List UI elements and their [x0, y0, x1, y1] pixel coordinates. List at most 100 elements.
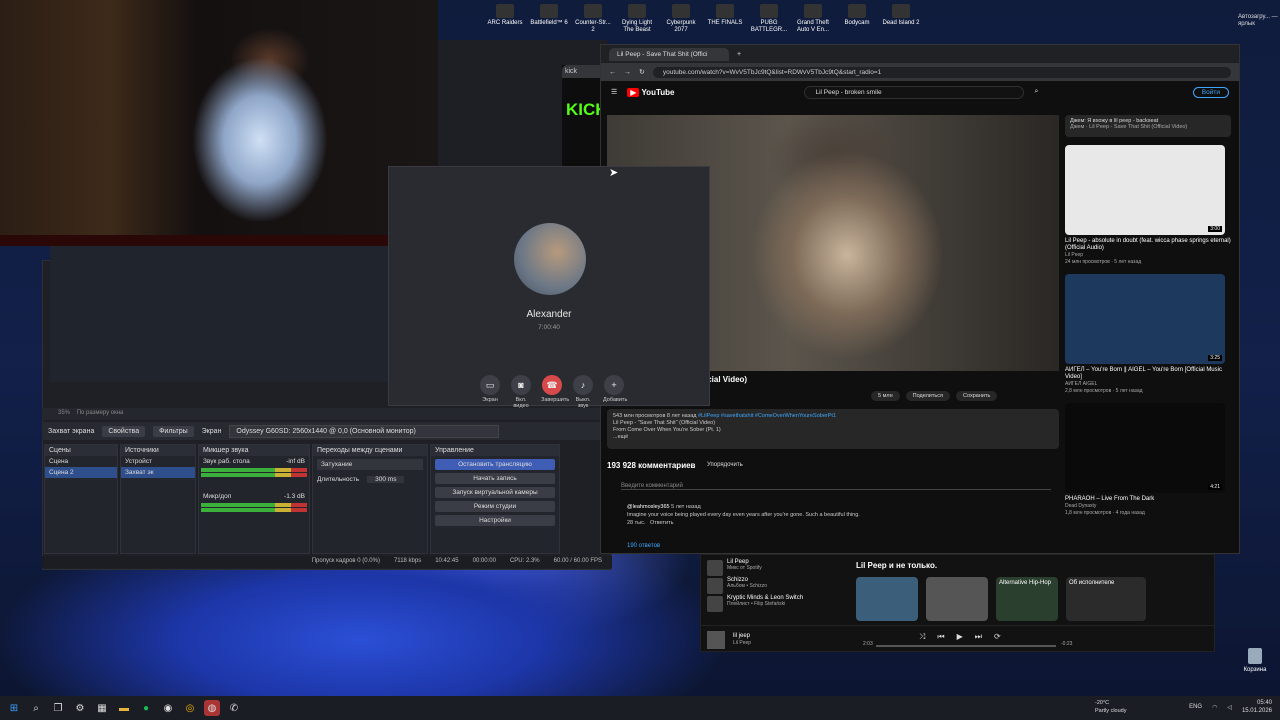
start-recording-button[interactable]: Начать запись — [435, 473, 555, 484]
mute-button[interactable]: ♪ Выкл. звук — [572, 375, 594, 409]
desktop-icon[interactable]: THE FINALS — [706, 4, 744, 34]
spotify-icon[interactable]: ● — [138, 700, 154, 716]
comment-user[interactable]: @leahmosley365 — [627, 504, 670, 510]
save-button[interactable]: Сохранить — [956, 391, 998, 401]
artist-card[interactable]: Об исполнителе — [1066, 577, 1146, 621]
properties-button[interactable]: Свойства — [102, 425, 146, 437]
desktop-icon[interactable]: Battlefield™ 6 — [530, 4, 568, 34]
spotify-card[interactable] — [856, 577, 918, 621]
screen-select[interactable]: Odyssey G60SD: 2560x1440 @ 0,0 (Основной… — [229, 424, 500, 438]
volume-icon[interactable]: ◁ — [1227, 704, 1232, 711]
recommended-video[interactable]: 4:21 PHARAOH – Live From The Dark Dead Dyn… — [1065, 403, 1231, 517]
youtube-search-input[interactable]: Lil Peep - broken smile — [804, 85, 1025, 99]
explorer-icon[interactable]: ▦ — [94, 700, 110, 716]
menu-icon[interactable]: ☰ — [611, 88, 617, 96]
video-thumbnail[interactable]: 3:25 — [1065, 274, 1225, 364]
screen-share-button[interactable]: ▭ Экран — [479, 375, 501, 409]
replies-toggle[interactable]: 190 ответов — [627, 543, 660, 549]
studio-mode-button[interactable]: Режим студии — [435, 501, 555, 512]
library-item[interactable]: Kryptic Minds & Leon Switch Плейлист • Fi… — [705, 595, 845, 613]
comment-likes[interactable]: 28 тыс. — [627, 520, 645, 526]
duration-input[interactable]: 300 ms — [367, 476, 405, 483]
desktop-icon[interactable]: Dead Island 2 — [882, 4, 920, 34]
source-item[interactable]: Устройст — [121, 456, 195, 467]
settings-button[interactable]: Настройки — [435, 515, 555, 526]
desktop-icon[interactable]: PUBG BATTLEGR... — [750, 4, 788, 34]
repeat-icon[interactable]: ⟳ — [994, 632, 1001, 642]
channel-name[interactable]: АИГЕЛ AIGEL — [1065, 381, 1231, 388]
new-tab-icon[interactable]: + — [737, 51, 741, 58]
add-comment-input[interactable]: Введите комментарий — [621, 483, 1051, 490]
back-icon[interactable]: ← — [609, 69, 616, 76]
library-item[interactable]: Schizzo Альбом • Schizzo — [705, 577, 845, 595]
stop-stream-button[interactable]: Остановить трансляцию — [435, 459, 555, 470]
desc-tags[interactable]: #LilPeep #savethatshit #ComeOverWhenYour… — [698, 413, 836, 419]
spotify-card[interactable]: Alternative Hip-Hop — [996, 577, 1058, 621]
reload-icon[interactable]: ↻ — [639, 68, 645, 76]
steam-icon[interactable]: ◉ — [160, 700, 176, 716]
chrome-icon[interactable]: ◎ — [182, 700, 198, 716]
end-call-button[interactable]: ☎ Завершить — [541, 375, 569, 409]
address-input[interactable]: youtube.com/watch?v=WvV5TbJc9tQ&list=RDW… — [652, 66, 1231, 78]
channel-name[interactable]: Lil Peep — [1065, 252, 1231, 259]
task-view-icon[interactable]: ❐ — [50, 700, 66, 716]
forward-icon[interactable]: → — [624, 69, 631, 76]
video-button[interactable]: ◙ Вкл. видео — [510, 375, 532, 409]
search-icon[interactable]: ⌕ — [28, 700, 44, 716]
video-description[interactable]: 543 млн просмотров 8 лет назад #LilPeep … — [607, 409, 1059, 449]
share-button[interactable]: Поделиться — [905, 391, 950, 401]
track-artist[interactable]: Lil Peep — [733, 640, 751, 647]
mix-panel[interactable]: Джем: Я вхожу в lil peep - backseat Джем… — [1065, 115, 1231, 137]
discord-icon[interactable]: ✆ — [226, 700, 242, 716]
sign-in-button[interactable]: Войти — [1192, 86, 1229, 98]
youtube-logo[interactable]: ▶ YouTube — [627, 87, 674, 97]
search-icon[interactable]: ⌕ — [1034, 88, 1038, 96]
desc-more[interactable]: ...ещё — [613, 434, 628, 440]
desktop-icon[interactable]: Cyberpunk 2077 — [662, 4, 700, 34]
browser-tab[interactable]: Lil Peep - Save That Shit (Offici — [609, 47, 729, 61]
track-title[interactable]: lil jeep — [733, 633, 751, 640]
desktop-icon[interactable]: ARC Raiders — [486, 4, 524, 34]
filters-button[interactable]: Фильтры — [153, 425, 194, 437]
play-icon[interactable]: ▶ — [957, 632, 963, 642]
next-icon[interactable]: ⏭ — [975, 632, 982, 642]
start-icon[interactable]: ⊞ — [6, 700, 22, 716]
previous-icon[interactable]: ⏮ — [937, 632, 944, 642]
channel-name[interactable]: Dead Dynasty — [1065, 503, 1231, 510]
weather-widget[interactable]: -20°C Partly cloudy — [1095, 699, 1127, 715]
desktop-icon[interactable]: Dying Light The Beast — [618, 4, 656, 34]
obs-icon[interactable]: ◍ — [204, 700, 220, 716]
obs-fit[interactable]: По размеру окна — [77, 410, 124, 416]
clock[interactable]: 05:40 15.01.2026 — [1242, 699, 1272, 715]
video-thumbnail[interactable]: 3:00 — [1065, 145, 1225, 235]
like-button[interactable]: 5 млн — [871, 391, 900, 401]
scene-item-selected[interactable]: Сцена 2 — [45, 467, 117, 478]
library-item[interactable]: Lil Peep Микс от Spotify — [705, 559, 845, 577]
recommended-video[interactable]: 3:25 АИГЕЛ – You're Born ∥ AIGEL – You're… — [1065, 274, 1231, 395]
progress-bar[interactable] — [876, 645, 1056, 647]
wifi-icon[interactable]: ◠ — [1212, 704, 1217, 711]
transition-select[interactable]: Затухание — [317, 459, 423, 470]
recycle-bin[interactable]: Корзина — [1240, 648, 1270, 673]
scene-item[interactable]: Сцена — [45, 456, 117, 467]
desktop-icon[interactable]: Counter-Str... 2 — [574, 4, 612, 34]
downloads-shortcut[interactable]: Автозагру... — ярлык — [1238, 14, 1278, 28]
language-indicator[interactable]: ENG — [1189, 704, 1202, 710]
comment-reply[interactable]: Ответить — [650, 520, 674, 526]
virtual-camera-button[interactable]: Запуск виртуальной камеры — [435, 487, 555, 498]
shuffle-icon[interactable]: ⤨ — [919, 632, 925, 642]
settings-icon[interactable]: ⚙ — [72, 700, 88, 716]
add-user-button[interactable]: + Добавить — [603, 375, 627, 409]
source-item-selected[interactable]: Захват эк — [121, 467, 195, 478]
recommended-video[interactable]: 3:00 Lil Peep - absolute in doubt (feat. … — [1065, 145, 1231, 266]
video-title[interactable]: PHARAOH – Live From The Dark — [1065, 496, 1231, 503]
folder-icon[interactable]: ▬ — [116, 700, 132, 716]
sort-button[interactable]: Упорядочить — [707, 462, 743, 468]
obs-zoom[interactable]: 35% — [58, 410, 70, 416]
spotify-card[interactable] — [926, 577, 988, 621]
desktop-icon[interactable]: Bodycam — [838, 4, 876, 34]
video-title[interactable]: Lil Peep - absolute in doubt (feat. wicc… — [1065, 238, 1231, 252]
video-thumbnail[interactable]: 4:21 — [1065, 403, 1225, 493]
video-title[interactable]: АИГЕЛ – You're Born ∥ AIGEL – You're Bor… — [1065, 367, 1231, 381]
desktop-icon[interactable]: Grand Theft Auto V En... — [794, 4, 832, 34]
